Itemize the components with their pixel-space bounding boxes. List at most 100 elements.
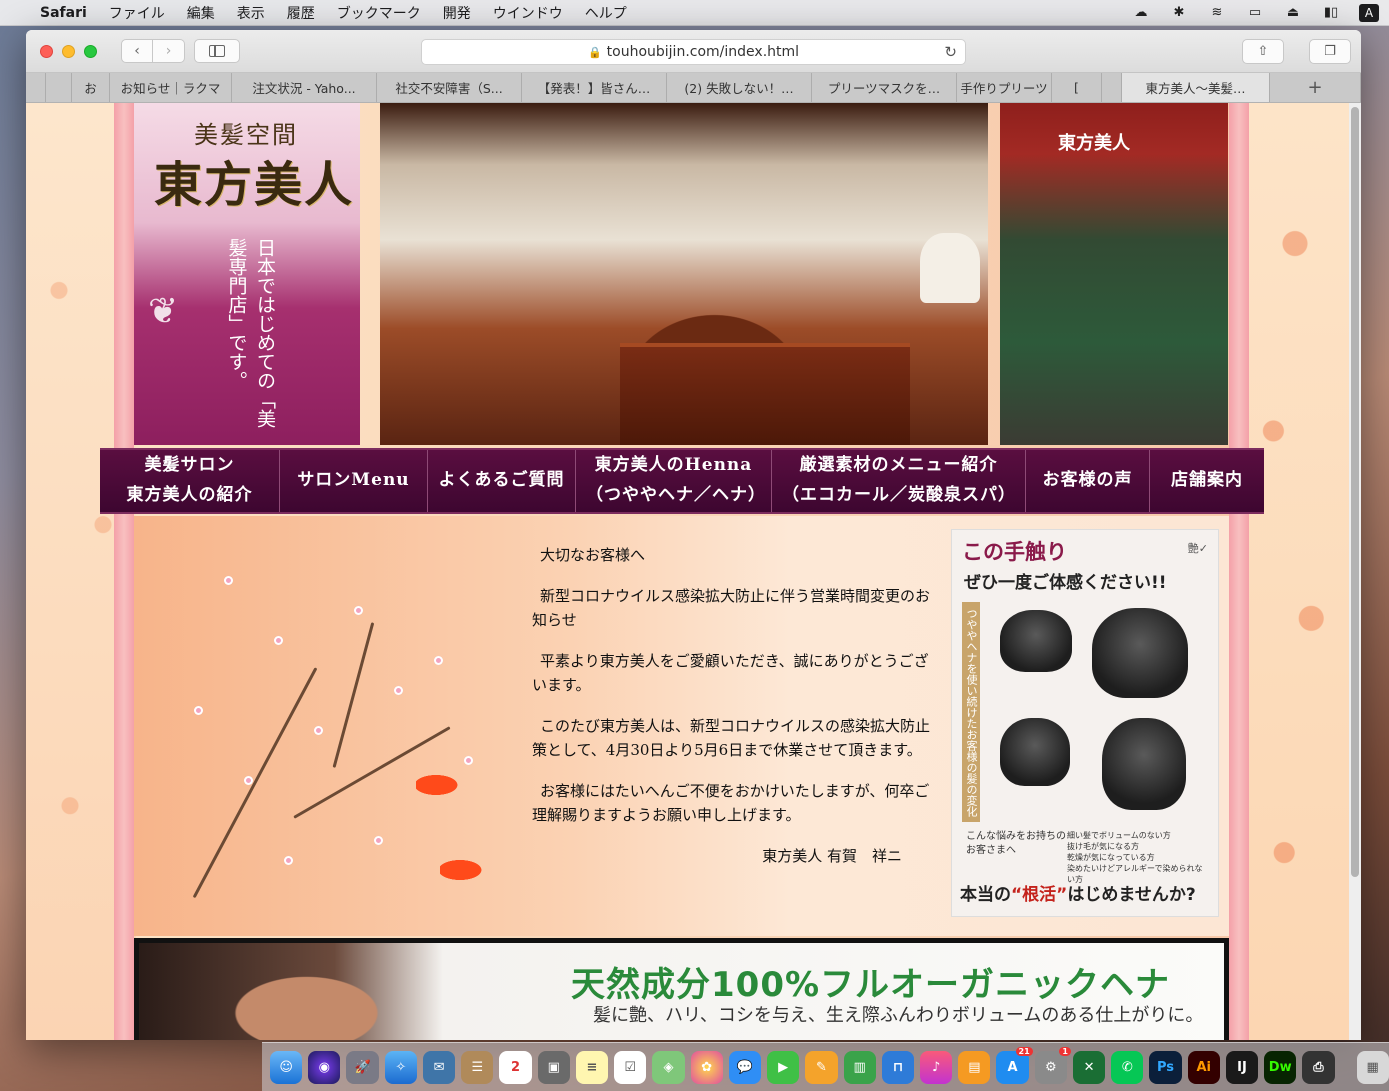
launchpad-icon[interactable]: 🚀 — [346, 1050, 379, 1084]
pages-icon[interactable]: ✎ — [805, 1050, 838, 1084]
excel-icon[interactable]: ✕ — [1072, 1050, 1106, 1084]
logo-title: 東方美人 — [154, 157, 355, 213]
user-icon[interactable]: A — [1359, 3, 1379, 22]
books-icon[interactable]: ▤ — [958, 1050, 991, 1084]
scrollbar-thumb[interactable] — [1351, 107, 1359, 877]
ad-footer-prefix: 本当の — [960, 885, 1011, 905]
nav-salon-menu[interactable]: サロンMenu — [280, 450, 428, 512]
wifi-icon[interactable]: ≋ — [1207, 5, 1227, 21]
nav-materials[interactable]: 厳選素材のメニュー紹介 （エコカール／炭酸泉スパ） — [772, 450, 1026, 512]
branch-shape — [332, 622, 375, 768]
henna-ad-card[interactable]: この手触り 艶✓ ぜひ一度ご体感ください!! つややヘナを使い続けたお客様の髪の… — [951, 529, 1219, 917]
show-tabs-button[interactable]: ❐ — [1309, 39, 1351, 64]
downloads-stack-icon[interactable]: ▦ — [1356, 1050, 1389, 1084]
notice-greeting: 大切なお客様へ — [540, 546, 646, 564]
nav-henna[interactable]: 東方美人のHenna （つややヘナ／ヘナ） — [576, 450, 772, 512]
ad-badge: 艶✓ — [1187, 542, 1208, 555]
notice-text: 大切なお客様へ 新型コロナウイルス感染拡大防止に伴う営業時間変更のお知らせ 平素… — [532, 543, 932, 885]
menu-help[interactable]: ヘルプ — [585, 3, 627, 23]
bluetooth-icon[interactable]: ✱ — [1169, 5, 1189, 21]
printer-icon[interactable]: ⎙ — [1302, 1050, 1335, 1084]
henna-banner[interactable]: 天然成分100%フルオーガニックヘナ 髪に艶、ハリ、コシを与え、生え際ふんわりボ… — [134, 938, 1229, 1040]
tab-3[interactable]: 社交不安障害（S... — [377, 73, 522, 102]
keynote-icon[interactable]: ⊓ — [881, 1050, 914, 1084]
lock-icon: 🔒 — [587, 45, 602, 59]
nav-store-info[interactable]: 店舗案内 — [1150, 450, 1264, 512]
creative-cloud-icon[interactable]: ☁ — [1131, 5, 1151, 21]
menu-history[interactable]: 履歴 — [287, 3, 315, 23]
sidebar-toggle-button[interactable] — [194, 39, 240, 63]
line-icon[interactable]: ✆ — [1111, 1050, 1144, 1084]
nav-testimonials[interactable]: お客様の声 — [1026, 450, 1150, 512]
tab-5[interactable]: (2) 失敗しない！… — [667, 73, 812, 102]
photos-icon[interactable]: ✿ — [690, 1050, 723, 1084]
close-button[interactable] — [40, 44, 53, 58]
tab-1[interactable]: お知らせ｜ラクマ — [110, 73, 232, 102]
system-preferences-icon[interactable]: ⚙ 1 — [1034, 1046, 1071, 1084]
scrollbar[interactable] — [1349, 103, 1361, 1040]
illustrator-icon[interactable]: Ai — [1187, 1050, 1220, 1084]
reception-desk-shape — [620, 343, 910, 445]
menu-window[interactable]: ウインドウ — [493, 3, 563, 23]
photo-booth-icon[interactable]: ▣ — [537, 1050, 570, 1084]
tab-7[interactable]: 手作りプリーツ — [957, 73, 1052, 102]
tab-0[interactable]: お — [72, 73, 110, 102]
share-button[interactable]: ⇧ — [1242, 39, 1284, 64]
tab-2[interactable]: 注文状況 - Yaho... — [232, 73, 377, 102]
new-tab-button[interactable]: + — [1270, 73, 1361, 102]
minimize-button[interactable] — [62, 44, 75, 58]
mail-icon[interactable]: ✉ — [422, 1050, 456, 1084]
menu-bookmarks[interactable]: ブックマーク — [337, 3, 421, 23]
dreamweaver-icon[interactable]: Dw — [1264, 1050, 1297, 1084]
app-menu[interactable]: Safari — [40, 5, 87, 21]
menu-file[interactable]: ファイル — [109, 3, 165, 23]
tab-6[interactable]: プリーツマスクを… — [812, 73, 957, 102]
messages-icon[interactable]: 💬 — [728, 1050, 762, 1084]
hair-before-photo-2 — [1000, 718, 1070, 786]
logo-panel[interactable]: 美髪空間 東方美人 日本ではじめての「美髪専門店」です。 ❦ — [134, 103, 360, 445]
tab-active[interactable]: 東方美人〜美髪… — [1122, 73, 1270, 102]
ad-note: こんな悩みをお持ちのお客さまへ — [966, 831, 1066, 856]
numbers-icon[interactable]: ▥ — [843, 1050, 876, 1084]
airplay-icon[interactable]: ▭ — [1245, 5, 1265, 21]
reload-icon[interactable]: ↻ — [944, 43, 957, 61]
photoshop-icon[interactable]: Ps — [1149, 1050, 1182, 1084]
siri-icon[interactable]: ◉ — [308, 1050, 341, 1084]
contacts-icon[interactable]: ☰ — [461, 1050, 494, 1084]
finder-icon[interactable]: ☺ — [270, 1050, 303, 1084]
tab-8[interactable]: [ — [1052, 73, 1102, 102]
nav-salon-intro[interactable]: 美髪サロン 東方美人の紹介 — [100, 450, 280, 512]
banner-title: 天然成分100%フルオーガニックヘナ — [571, 965, 1171, 1005]
ad-check-item: 細い髪でボリュームのない方 — [1067, 831, 1171, 840]
menu-edit[interactable]: 編集 — [187, 3, 215, 23]
left-pink-stripe — [114, 103, 134, 1040]
eject-icon[interactable]: ⏏ — [1283, 5, 1303, 21]
back-button[interactable]: ‹ — [121, 39, 153, 63]
facetime-icon[interactable]: ▶ — [767, 1050, 800, 1084]
address-bar[interactable]: 🔒 touhoubijin.com/index.html ↻ — [421, 39, 966, 65]
tab-pinned-2[interactable] — [46, 73, 72, 102]
ad-check-item: 抜け毛が気になる方 — [1067, 842, 1139, 851]
zoom-button[interactable] — [84, 44, 97, 58]
music-icon[interactable]: ♪ — [919, 1050, 953, 1084]
battery-icon[interactable]: ▮▯ — [1321, 5, 1341, 21]
tab-4[interactable]: 【発表！】皆さん… — [522, 73, 667, 102]
intellij-icon[interactable]: IJ — [1225, 1050, 1259, 1084]
menu-develop[interactable]: 開発 — [443, 3, 471, 23]
tab-pinned[interactable] — [26, 73, 46, 102]
tab-9-spacer[interactable] — [1102, 73, 1122, 102]
forward-button[interactable]: › — [153, 39, 185, 63]
safari-icon[interactable]: ✧ — [384, 1050, 417, 1084]
chevron-left-icon: ‹ — [134, 43, 140, 59]
window-controls — [40, 44, 97, 58]
calendar-icon[interactable]: 2 — [499, 1050, 532, 1084]
webpage: 美髪空間 東方美人 日本ではじめての「美髪専門店」です。 ❦ 東方美人 美髪サロ… — [26, 103, 1361, 1040]
notes-icon[interactable]: ≡ — [575, 1050, 609, 1084]
app-store-icon[interactable]: A 21 — [996, 1046, 1033, 1084]
maps-icon[interactable]: ◈ — [652, 1050, 685, 1084]
ad-title: この手触り — [962, 540, 1067, 564]
nav-faq[interactable]: よくあるご質問 — [428, 450, 576, 512]
menu-view[interactable]: 表示 — [237, 3, 265, 23]
logo-tagline: 日本ではじめての「美髪専門店」です。 — [225, 238, 277, 428]
reminders-icon[interactable]: ☑ — [614, 1050, 647, 1084]
